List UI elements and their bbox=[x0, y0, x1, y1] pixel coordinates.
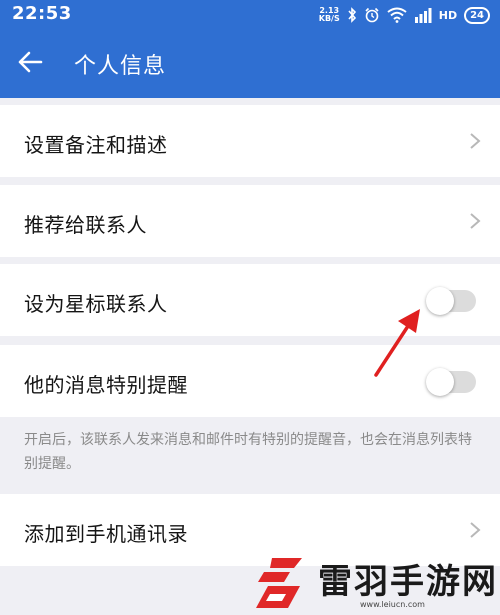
remark-row[interactable]: 设置备注和描述 bbox=[0, 105, 500, 177]
star-contact-toggle[interactable] bbox=[426, 287, 476, 315]
special-alert-note: 开启后，该联系人发来消息和邮件时有特别的提醒音，也会在消息列表特别提醒。 bbox=[24, 432, 472, 472]
status-icons: 2.13 KB/S HD 24 bbox=[319, 5, 490, 25]
add-to-contacts-label: 添加到手机通讯录 bbox=[24, 522, 188, 546]
recommend-contact-label: 推荐给联系人 bbox=[24, 213, 147, 237]
network-speed: 2.13 KB/S bbox=[319, 7, 340, 23]
chevron-right-icon bbox=[470, 133, 481, 149]
star-contact-label: 设为星标联系人 bbox=[24, 292, 168, 316]
signal-icon bbox=[414, 8, 432, 23]
recommend-contact-row[interactable]: 推荐给联系人 bbox=[0, 185, 500, 257]
title-bar: 个人信息 bbox=[0, 36, 500, 88]
status-time: 22:53 bbox=[12, 3, 72, 24]
chevron-right-icon bbox=[470, 522, 481, 538]
wifi-icon bbox=[387, 7, 407, 23]
special-alert-toggle[interactable] bbox=[426, 368, 476, 396]
toggle-knob bbox=[426, 368, 454, 396]
watermark: 雷羽手游网 www.leiucn.com bbox=[250, 550, 500, 615]
watermark-logo bbox=[256, 558, 302, 608]
annotation-arrow bbox=[374, 309, 420, 377]
hd-indicator: HD bbox=[438, 8, 458, 22]
back-arrow-icon bbox=[18, 51, 43, 73]
special-alert-label: 他的消息特别提醒 bbox=[24, 373, 188, 397]
alarm-icon bbox=[365, 7, 379, 23]
app-header: 22:53 2.13 KB/S HD 24 个人信息 bbox=[0, 0, 500, 98]
page-title: 个人信息 bbox=[74, 54, 167, 79]
chevron-right-icon bbox=[470, 213, 481, 229]
toggle-knob bbox=[426, 287, 454, 315]
network-speed-unit: KB/S bbox=[318, 14, 340, 23]
battery-indicator: 24 bbox=[464, 6, 490, 24]
watermark-name: 雷羽手游网 bbox=[318, 562, 498, 602]
remark-label: 设置备注和描述 bbox=[24, 133, 168, 157]
status-bar: 22:53 2.13 KB/S HD 24 bbox=[0, 0, 500, 30]
watermark-url: www.leiucn.com bbox=[360, 600, 425, 609]
bluetooth-icon bbox=[348, 7, 356, 23]
back-button[interactable] bbox=[14, 46, 46, 78]
